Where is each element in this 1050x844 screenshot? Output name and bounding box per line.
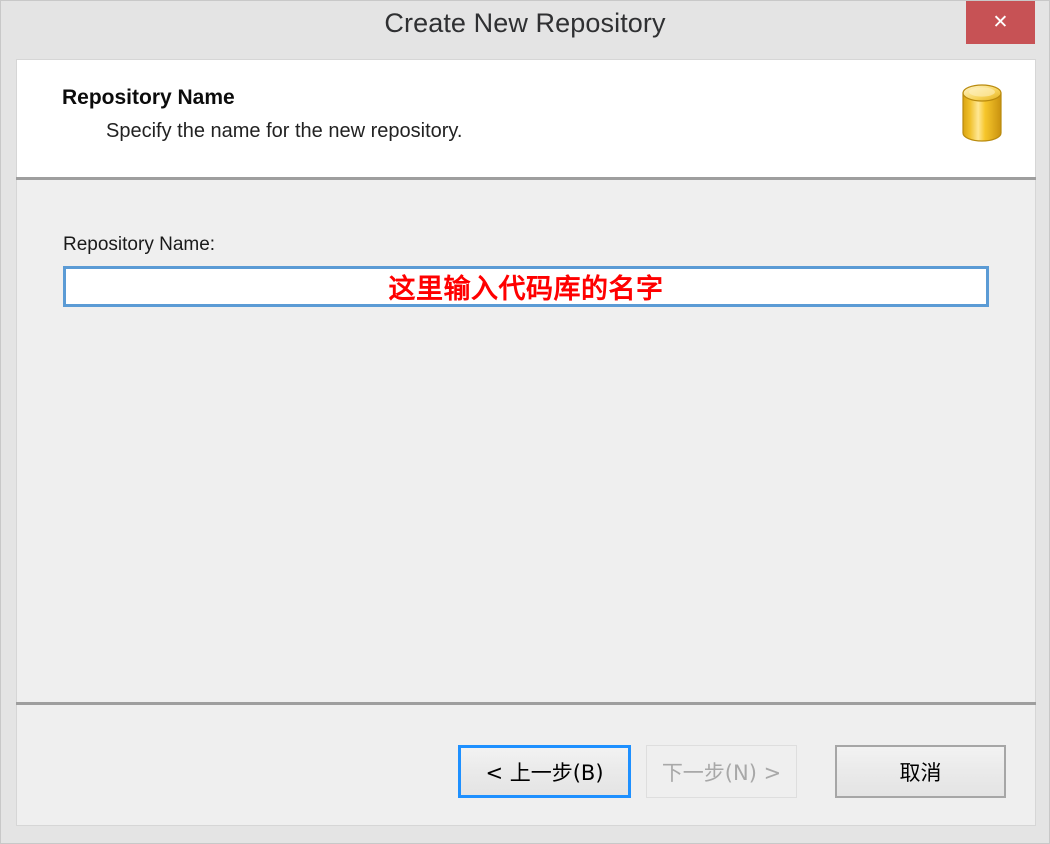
close-button[interactable]: ✕ <box>966 1 1035 44</box>
back-button-label: < 上一步(B) <box>485 757 603 787</box>
database-cylinder-icon <box>957 82 1007 144</box>
repository-name-input[interactable] <box>63 266 989 307</box>
close-icon: ✕ <box>966 1 1035 44</box>
repository-name-label: Repository Name: <box>63 234 215 256</box>
dialog-header-panel: Repository Name Specify the name for the… <box>16 59 1036 179</box>
dialog-content-panel: Repository Name: 这里输入代码库的名字 <box>16 180 1036 702</box>
back-button[interactable]: < 上一步(B) <box>458 745 631 798</box>
next-button: 下一步(N) > <box>646 745 797 798</box>
title-bar: Create New Repository ✕ <box>1 1 1049 45</box>
cancel-button[interactable]: 取消 <box>835 745 1006 798</box>
create-repository-dialog: Create New Repository ✕ Repository Name … <box>0 0 1050 844</box>
header-subtitle: Specify the name for the new repository. <box>106 120 462 143</box>
next-button-label: 下一步(N) > <box>662 757 781 787</box>
header-title: Repository Name <box>62 86 235 110</box>
cancel-button-label: 取消 <box>900 757 942 787</box>
dialog-title: Create New Repository <box>1 1 1049 45</box>
